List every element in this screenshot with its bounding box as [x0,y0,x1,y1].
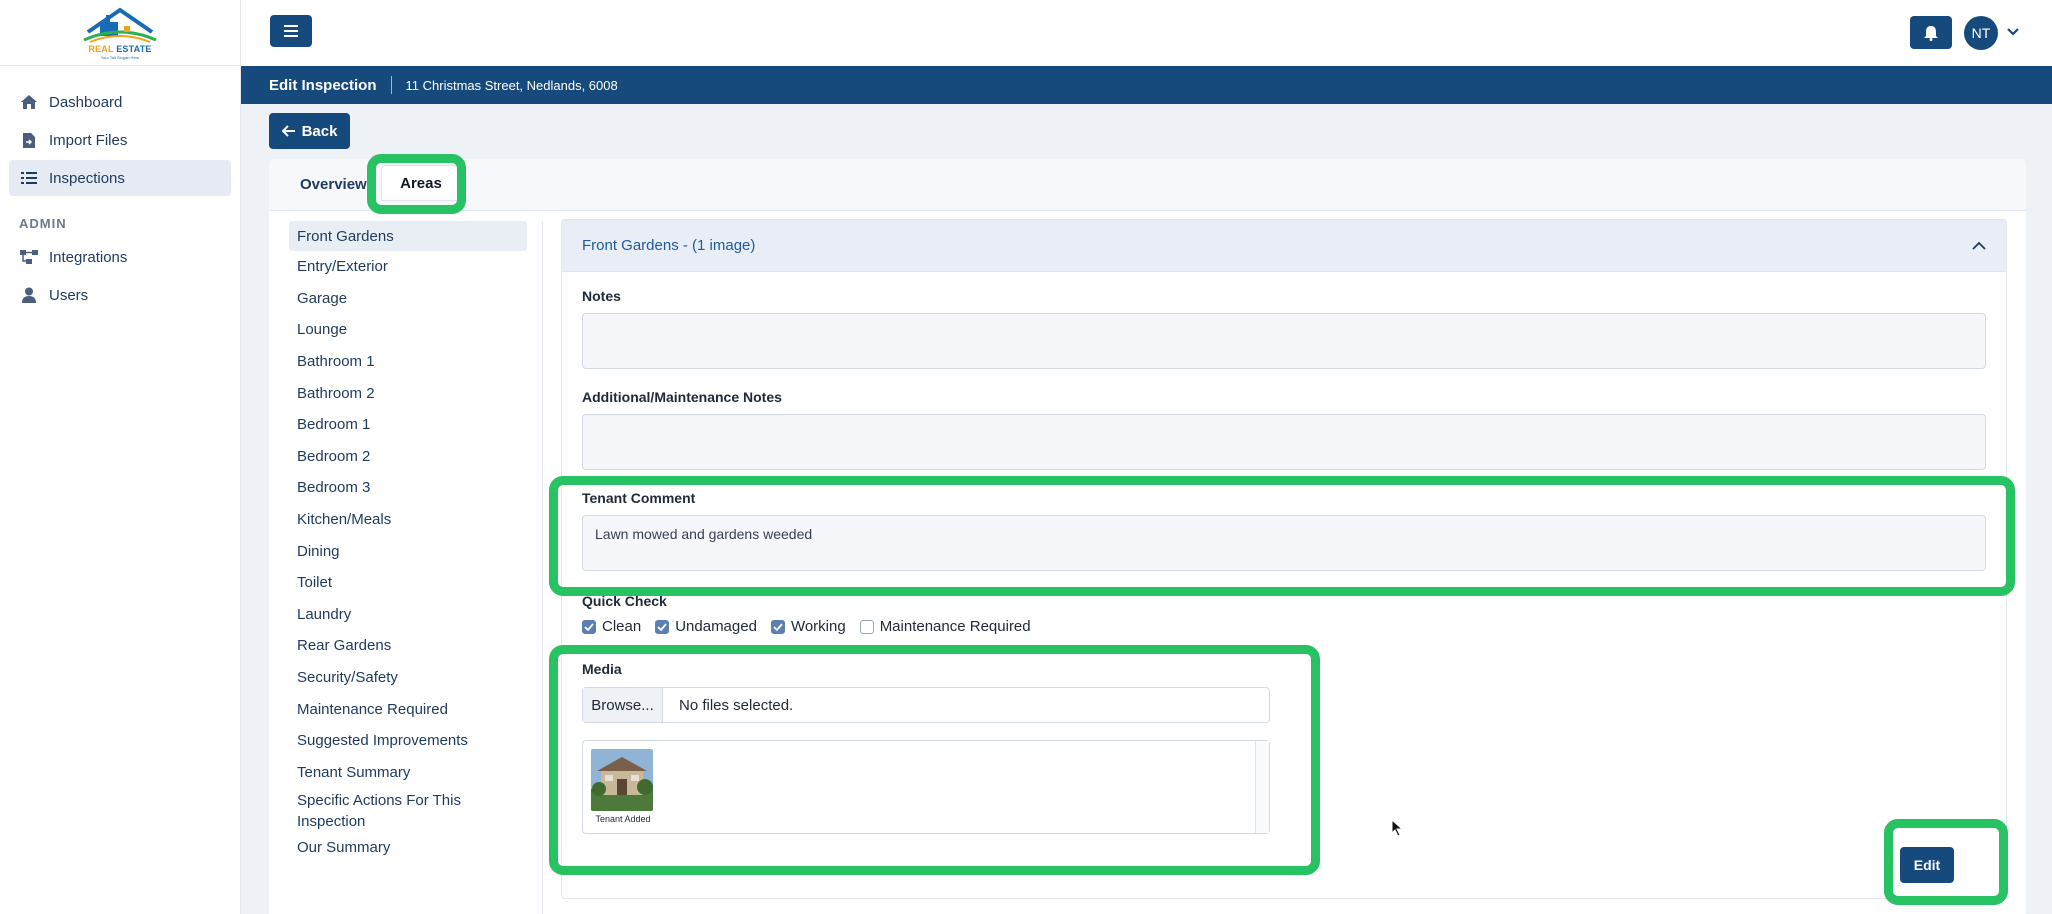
chevron-down-icon[interactable] [2004,23,2022,41]
top-bar: NT [241,0,2052,66]
area-item-suggested-improvements[interactable]: Suggested Improvements [289,725,527,757]
area-item-kitchen-meals[interactable]: Kitchen/Meals [289,504,527,536]
sidebar-item-import-files[interactable]: Import Files [9,122,231,158]
bell-icon [1924,25,1938,41]
working-label: Working [790,618,846,635]
tenant-comment-label: Tenant Comment [582,490,696,506]
area-panel: Front Gardens - (1 image) Notes Addition… [561,219,2007,899]
gallery-scrollbar[interactable] [1255,741,1269,833]
home-icon [19,93,39,111]
area-item-laundry[interactable]: Laundry [289,599,527,631]
area-list: Front Gardens Entry/Exterior Garage Loun… [289,221,527,864]
area-item-specific-actions[interactable]: Specific Actions For This Inspection [289,788,527,832]
hamburger-icon [284,25,298,37]
clean-checkbox[interactable] [582,619,596,634]
sidebar-nav: Dashboard Import Files Inspections ADMIN… [0,66,240,313]
sidebar-item-dashboard[interactable]: Dashboard [9,84,231,120]
quick-check-label: Quick Check [582,593,667,609]
area-item-front-gardens[interactable]: Front Gardens [289,221,527,251]
thumbnail-caption: Tenant Added [595,814,651,824]
area-item-lounge[interactable]: Lounge [289,314,527,346]
clean-label: Clean [602,618,642,635]
area-item-our-summary[interactable]: Our Summary [289,832,527,864]
area-item-garage[interactable]: Garage [289,283,527,315]
area-panel-header[interactable]: Front Gardens - (1 image) [562,220,2006,272]
additional-notes-textarea[interactable] [582,414,1986,470]
integrations-icon [19,248,39,266]
sidebar-item-label: Import Files [49,131,128,149]
notes-label: Notes [582,288,621,304]
file-status: No files selected. [679,696,794,714]
additional-notes-label: Additional/Maintenance Notes [582,389,782,405]
maintenance-required-label: Maintenance Required [879,618,1031,635]
tab-areas[interactable]: Areas [381,165,461,201]
quick-check-group: Clean Undamaged Working Maintenance Requ… [582,618,1031,635]
admin-heading: ADMIN [19,216,67,231]
media-thumbnail[interactable] [591,749,653,811]
file-import-icon [19,131,39,149]
area-item-bedroom-3[interactable]: Bedroom 3 [289,472,527,504]
sidebar: REAL ESTATE Your Tall Slogan Here Dashbo… [0,0,241,914]
area-item-entry-exterior[interactable]: Entry/Exterior [289,251,527,283]
sidebar-item-label: Dashboard [49,93,123,111]
list-divider [542,221,543,914]
browse-button[interactable]: Browse... [583,688,663,722]
list-icon [19,169,39,187]
media-file-input[interactable]: Browse... No files selected. [582,687,1270,723]
area-item-bathroom-2[interactable]: Bathroom 2 [289,377,527,409]
media-label: Media [582,661,622,677]
undamaged-label: Undamaged [675,618,757,635]
area-item-bathroom-1[interactable]: Bathroom 1 [289,346,527,378]
logo-tagline: Your Tall Slogan Here [100,54,140,60]
area-panel-title: Front Gardens - (1 image) [582,237,756,254]
inspection-card: Overview Areas Front Gardens Entry/Exter… [269,159,2026,914]
menu-toggle-button[interactable] [270,15,312,47]
header-separator [390,76,392,94]
notifications-button[interactable] [1910,16,1952,49]
page-header: Edit Inspection 11 Christmas Street, Ned… [241,66,2052,104]
area-item-maintenance-required[interactable]: Maintenance Required [289,693,527,725]
sidebar-item-integrations[interactable]: Integrations [9,239,231,275]
property-address: 11 Christmas Street, Nedlands, 6008 [405,77,618,93]
area-item-tenant-summary[interactable]: Tenant Summary [289,757,527,789]
area-item-security-safety[interactable]: Security/Safety [289,662,527,694]
sidebar-item-label: Inspections [49,169,125,187]
area-item-rear-gardens[interactable]: Rear Gardens [289,630,527,662]
avatar[interactable]: NT [1964,16,1998,50]
chevron-up-icon[interactable] [1970,237,1988,255]
media-gallery: Tenant Added [582,740,1270,834]
sidebar-item-inspections[interactable]: Inspections [9,160,231,196]
back-label: Back [301,122,338,140]
tab-overview[interactable]: Overview [300,176,367,193]
back-button[interactable]: Back [269,113,350,149]
working-checkbox[interactable] [770,619,785,634]
house-logo-icon [83,7,157,43]
sidebar-item-users[interactable]: Users [9,277,231,313]
arrow-left-icon [281,125,295,137]
mouse-cursor-icon [1391,819,1403,837]
edit-button[interactable]: Edit [1900,847,1954,883]
sidebar-item-label: Users [49,286,89,304]
house-photo-icon [591,749,653,811]
tab-bar: Overview Areas [269,159,2026,211]
area-item-toilet[interactable]: Toilet [289,567,527,599]
sidebar-item-label: Integrations [49,248,128,266]
area-item-bedroom-1[interactable]: Bedroom 1 [289,409,527,441]
area-item-bedroom-2[interactable]: Bedroom 2 [289,441,527,473]
undamaged-checkbox[interactable] [655,619,670,634]
maintenance-required-checkbox[interactable] [859,619,874,634]
logo-text: REAL ESTATE [88,43,152,54]
logo[interactable]: REAL ESTATE Your Tall Slogan Here [0,0,240,66]
user-icon [19,286,39,304]
tenant-comment-textarea[interactable]: Lawn mowed and gardens weeded [582,515,1986,571]
page-title: Edit Inspection [269,76,377,94]
notes-textarea[interactable] [582,313,1986,369]
area-item-dining[interactable]: Dining [289,535,527,567]
